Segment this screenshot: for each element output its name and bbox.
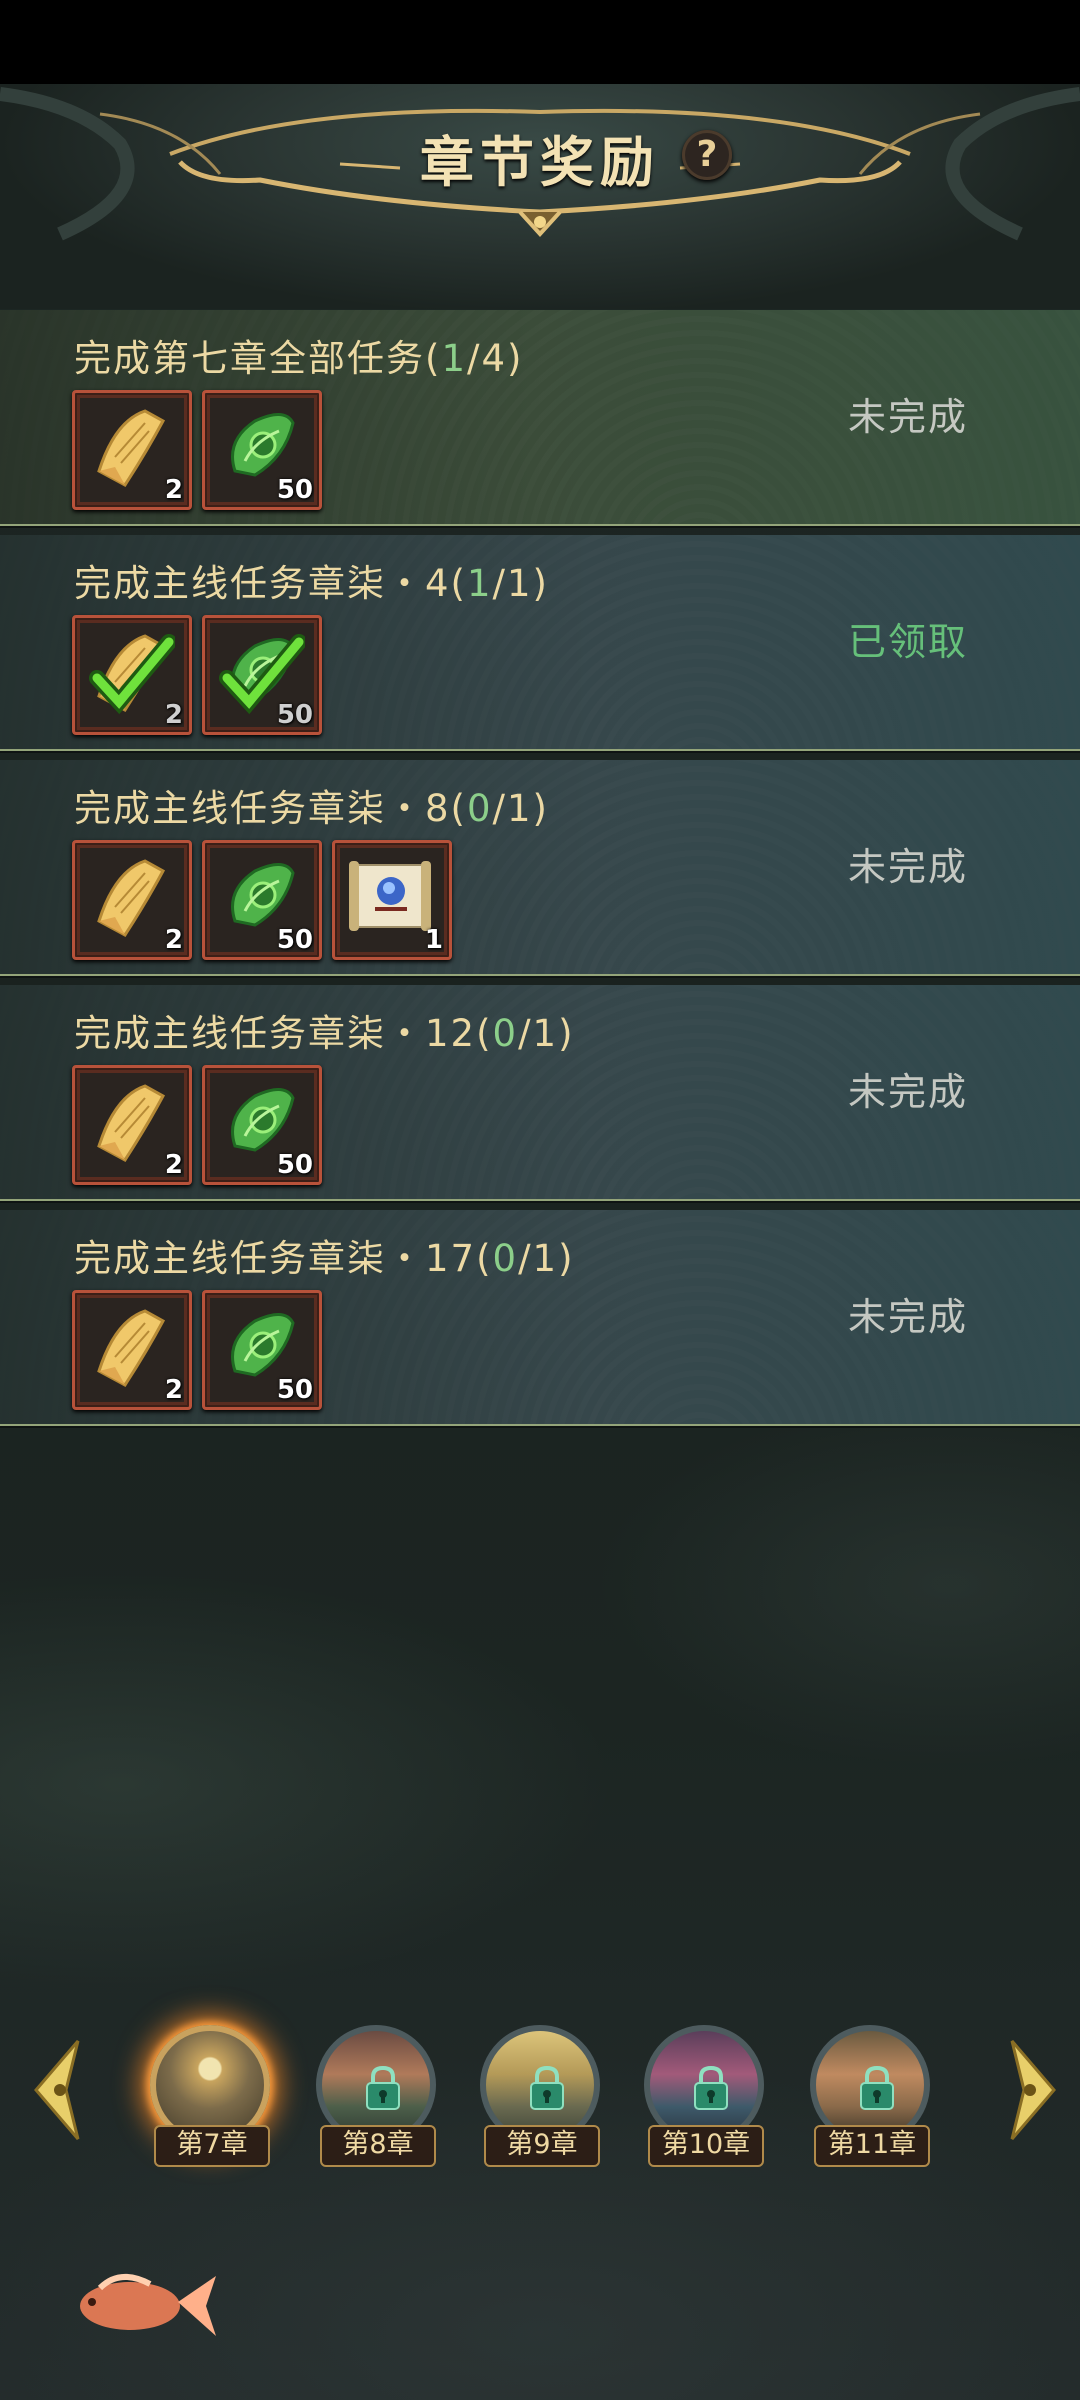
task-status: 未完成	[847, 395, 968, 439]
item-count: 2	[164, 925, 183, 955]
task-status: 已领取	[847, 620, 968, 664]
help-button[interactable]: ?	[682, 130, 732, 180]
item-count: 50	[276, 700, 313, 730]
arrow-right-icon[interactable]	[1006, 2035, 1060, 2145]
task-progress: 1	[441, 337, 467, 380]
task-status: 未完成	[847, 845, 968, 889]
reward-item[interactable]: 2	[72, 615, 192, 735]
task-row: 完成第七章全部任务(1/4) 2 50 未完成	[0, 310, 1080, 526]
reward-item[interactable]: 50	[202, 840, 322, 960]
chapter-label: 第8章	[320, 2125, 436, 2167]
chapter-label: 第11章	[814, 2125, 930, 2167]
reward-item[interactable]: 2	[72, 840, 192, 960]
arrow-left-icon[interactable]	[30, 2035, 84, 2145]
item-count: 50	[276, 925, 313, 955]
task-title: 完成主线任务章柒・17(0/1)	[74, 1237, 575, 1280]
item-count: 50	[276, 1150, 313, 1180]
chapter-tab[interactable]: 第10章	[634, 2025, 774, 2175]
chapter-label: 第9章	[484, 2125, 600, 2167]
status-bar	[0, 0, 1080, 84]
task-row: 完成主线任务章柒・12(0/1) 2 50 未完成	[0, 985, 1080, 1201]
chapter-label: 第10章	[648, 2125, 764, 2167]
task-title: 完成主线任务章柒・4(1/1)	[74, 562, 549, 605]
reward-item[interactable]: 50	[202, 390, 322, 510]
task-title: 完成主线任务章柒・12(0/1)	[74, 1012, 575, 1055]
item-count: 50	[276, 475, 313, 505]
reward-item[interactable]: 2	[72, 1065, 192, 1185]
chapter-tab[interactable]: 第8章	[306, 2025, 446, 2175]
reward-item[interactable]: 1	[332, 840, 452, 960]
item-count: 2	[164, 1375, 183, 1405]
task-progress: 1	[466, 562, 493, 605]
task-status: 未完成	[847, 1295, 968, 1339]
chapter-tab[interactable]: 第11章	[800, 2025, 940, 2175]
task-row: 完成主线任务章柒・4(1/1) 2 50 已领取	[0, 535, 1080, 751]
task-title: 完成第七章全部任务(1/4)	[74, 337, 524, 380]
task-progress: 0	[492, 1012, 519, 1055]
task-title: 完成主线任务章柒・8(0/1)	[74, 787, 549, 830]
chapter-tab[interactable]: 第9章	[470, 2025, 610, 2175]
reward-item[interactable]: 50	[202, 615, 322, 735]
reward-item[interactable]: 2	[72, 390, 192, 510]
koi-fish-icon[interactable]	[60, 2258, 220, 2348]
item-count: 1	[424, 925, 443, 955]
item-count: 2	[164, 1150, 183, 1180]
chapter-tab[interactable]: 第7章	[140, 2025, 280, 2175]
item-count: 2	[164, 700, 183, 730]
item-count: 2	[164, 475, 183, 505]
task-status: 未完成	[847, 1070, 968, 1114]
task-progress: 0	[492, 1237, 519, 1280]
item-count: 50	[276, 1375, 313, 1405]
reward-item[interactable]: 2	[72, 1290, 192, 1410]
task-progress: 0	[466, 787, 493, 830]
reward-item[interactable]: 50	[202, 1290, 322, 1410]
task-row: 完成主线任务章柒・17(0/1) 2 50 未完成	[0, 1210, 1080, 1426]
task-row: 完成主线任务章柒・8(0/1) 2 50 1 未完成	[0, 760, 1080, 976]
chapter-label: 第7章	[154, 2125, 270, 2167]
page-title: 章节奖励	[420, 130, 660, 194]
reward-item[interactable]: 50	[202, 1065, 322, 1185]
